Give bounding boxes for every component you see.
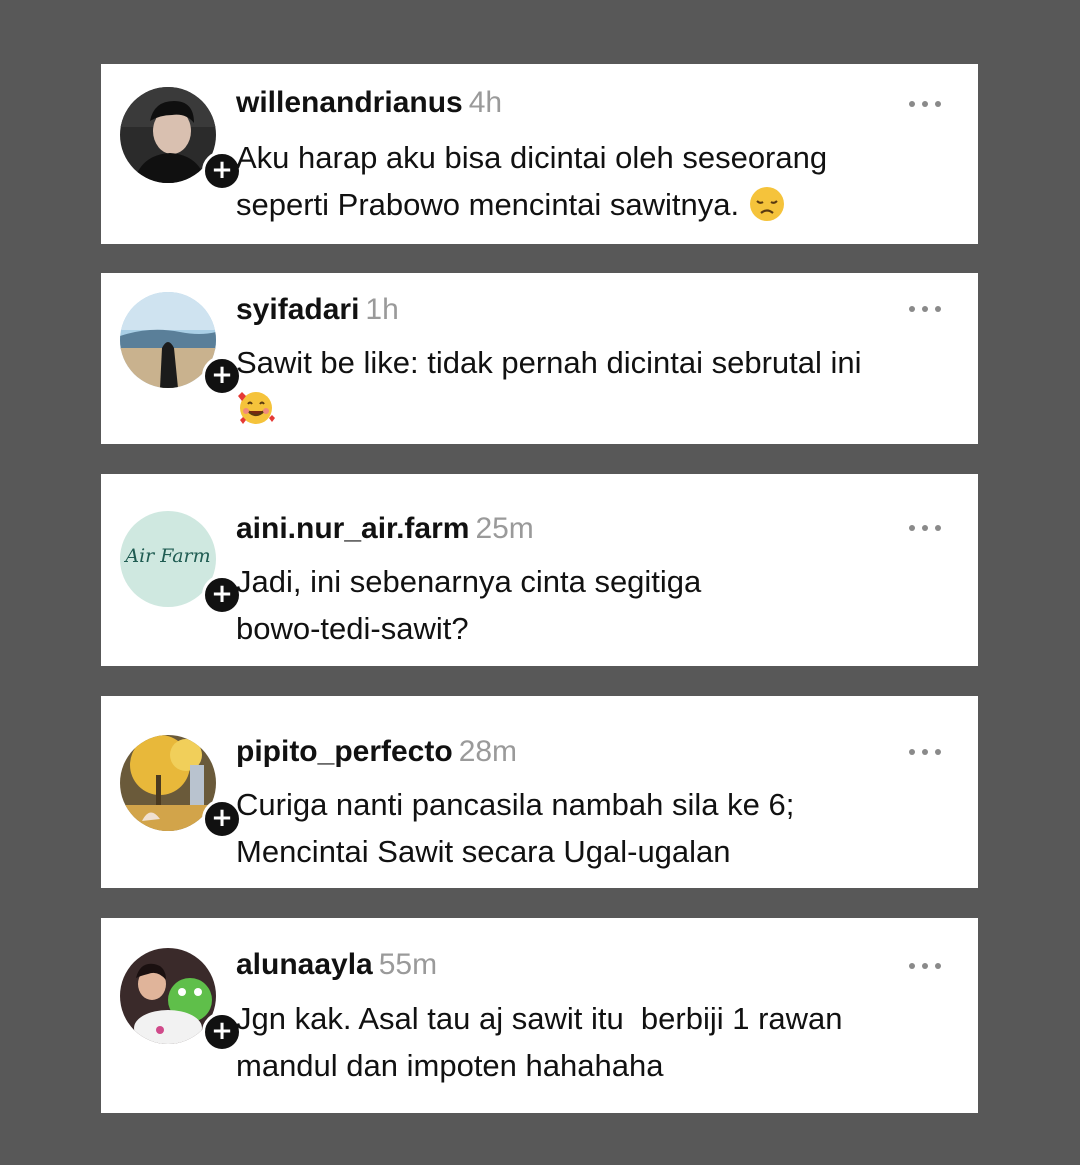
comment-header: pipito_perfecto 28m <box>236 734 517 770</box>
username[interactable]: willenandrianus <box>236 86 463 119</box>
comment-line-with-emoji: seperti Prabowo mencintai sawitnya. <box>236 181 936 228</box>
comment-text: Jadi, ini sebenarnya cinta segitiga bowo… <box>236 558 936 652</box>
comment-text: Sawit be like: tidak pernah dicintai seb… <box>236 339 936 433</box>
more-options-icon[interactable] <box>907 94 943 114</box>
comment-line: Mencintai Sawit secara Ugal-ugalan <box>236 834 731 869</box>
smiling-face-with-hearts-icon <box>238 392 275 424</box>
comment-card: + alunaayla 55m Jgn kak. Asal tau aj sawi… <box>101 918 978 1113</box>
more-options-icon[interactable] <box>907 299 943 319</box>
more-options-icon[interactable] <box>907 518 943 538</box>
comment-line: Aku harap aku bisa dicintai oleh seseora… <box>236 140 828 175</box>
more-options-icon[interactable] <box>907 742 943 762</box>
comment-line: Sawit be like: tidak pernah dicintai seb… <box>236 345 862 380</box>
comment-line: bowo-tedi-sawit? <box>236 611 469 646</box>
timestamp: 55m <box>378 948 438 981</box>
username[interactable]: syifadari <box>236 293 359 326</box>
comment-header: alunaayla 55m <box>236 947 437 983</box>
comment-card: + pipito_perfecto 28m Curiga nanti pancas… <box>101 696 978 888</box>
avatar-container[interactable]: + <box>120 735 242 839</box>
timestamp: 4h <box>468 86 503 119</box>
comment-line: Curiga nanti pancasila nambah sila ke 6; <box>236 787 795 822</box>
avatar-logo-text: Air Farm <box>125 545 211 567</box>
plus-icon: + <box>211 803 233 833</box>
more-options-icon[interactable] <box>907 956 943 976</box>
avatar-container[interactable]: + <box>120 292 242 396</box>
comment-line-text: seperti Prabowo mencintai sawitnya. <box>236 187 740 222</box>
avatar-container[interactable]: + <box>120 87 242 191</box>
avatar-container[interactable]: Air Farm + <box>120 511 242 615</box>
comment-card: + willenandrianus 4h Aku harap aku bisa d… <box>101 64 978 244</box>
comment-header: syifadari 1h <box>236 292 399 328</box>
comment-card: Air Farm + aini.nur_air.farm 25m Jadi, in… <box>101 474 978 666</box>
timestamp: 1h <box>365 293 399 326</box>
username[interactable]: aini.nur_air.farm <box>236 512 469 545</box>
comment-text: Jgn kak. Asal tau aj sawit itu berbiji 1… <box>236 995 936 1089</box>
timestamp: 28m <box>458 735 518 768</box>
plus-icon: + <box>211 360 233 390</box>
disappointed-face-icon <box>749 187 784 221</box>
plus-icon: + <box>211 579 233 609</box>
comment-line: Jgn kak. Asal tau aj sawit itu berbiji 1… <box>236 1001 843 1036</box>
comment-card: + syifadari 1h Sawit be like: tidak perna… <box>101 273 978 444</box>
avatar-container[interactable]: + <box>120 948 242 1052</box>
comment-header: willenandrianus 4h <box>236 85 502 121</box>
comment-line: mandul dan impoten hahahaha <box>236 1048 664 1083</box>
plus-icon: + <box>211 155 233 185</box>
comment-line-with-emoji <box>236 386 936 433</box>
comment-text: Aku harap aku bisa dicintai oleh seseora… <box>236 134 936 228</box>
comment-line: Jadi, ini sebenarnya cinta segitiga <box>236 564 702 599</box>
comment-header: aini.nur_air.farm 25m <box>236 511 534 547</box>
plus-icon: + <box>211 1016 233 1046</box>
timestamp: 25m <box>475 512 534 545</box>
username[interactable]: pipito_perfecto <box>236 735 453 768</box>
username[interactable]: alunaayla <box>236 948 373 981</box>
comment-text: Curiga nanti pancasila nambah sila ke 6;… <box>236 781 936 875</box>
